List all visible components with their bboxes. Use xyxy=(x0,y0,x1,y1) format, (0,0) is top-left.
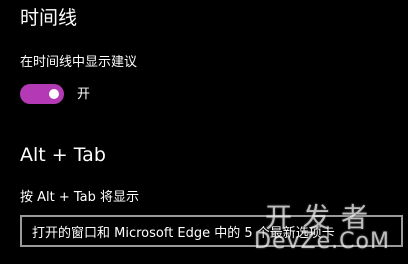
alt-tab-dropdown[interactable]: 打开的窗口和 Microsoft Edge 中的 5 个最新选项卡 xyxy=(20,215,403,247)
alt-tab-show-label: 按 Alt + Tab 将显示 xyxy=(20,190,140,205)
toggle-state-label: 开 xyxy=(77,86,91,102)
timeline-suggestions-label: 在时间线中显示建议 xyxy=(20,55,138,70)
timeline-suggestions-toggle[interactable]: 开 xyxy=(20,84,90,104)
alt-tab-dropdown-value: 打开的窗口和 Microsoft Edge 中的 5 个最新选项卡 xyxy=(32,225,335,241)
toggle-switch-knob xyxy=(49,89,59,99)
timeline-section-title: 时间线 xyxy=(20,7,78,29)
toggle-switch-track[interactable] xyxy=(20,84,64,104)
alt-tab-section-title: Alt + Tab xyxy=(20,144,106,166)
